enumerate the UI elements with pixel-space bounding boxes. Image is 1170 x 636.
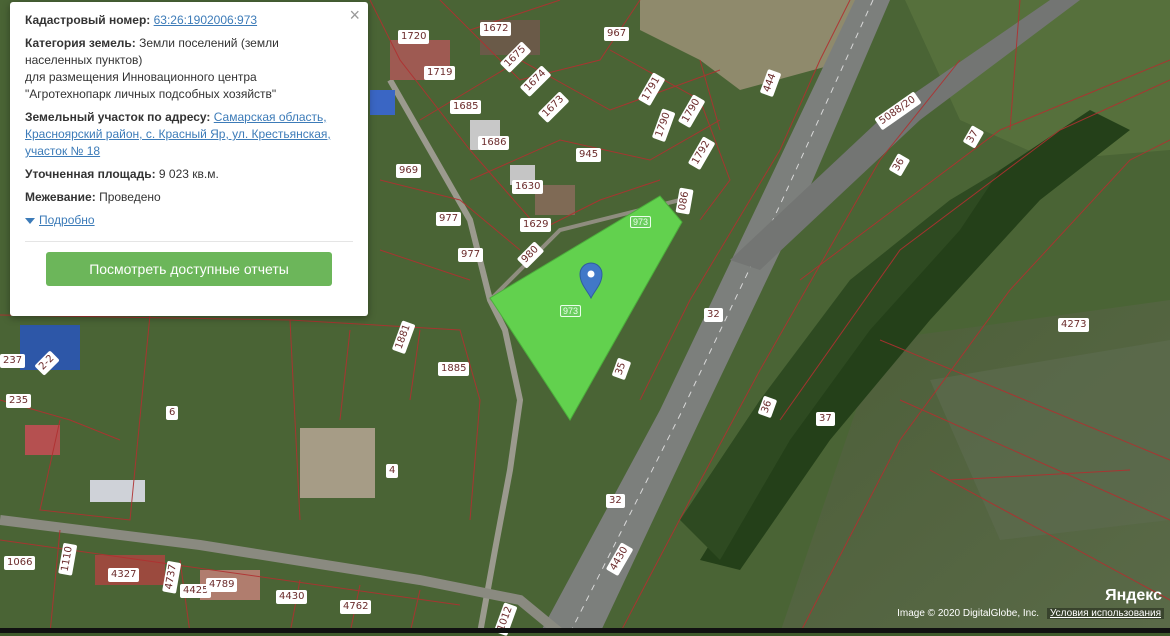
parcel-label[interactable]: 1630 xyxy=(512,180,544,194)
survey-row: Межевание: Проведено xyxy=(25,189,353,206)
parcel-label[interactable]: 1719 xyxy=(424,66,456,80)
parcel-label[interactable]: 4273 xyxy=(1058,318,1090,332)
parcel-label[interactable]: 4762 xyxy=(340,600,372,614)
parcel-label[interactable]: 1720 xyxy=(398,30,430,44)
selected-parcel-label-center: 973 xyxy=(560,305,582,317)
close-icon[interactable]: × xyxy=(349,6,360,24)
land-category-value: "Агротехнопарк личных подсобных хозяйств… xyxy=(25,87,277,101)
terms-link[interactable]: Условия использования xyxy=(1047,608,1164,619)
details-link[interactable]: Подробно xyxy=(39,212,95,229)
divider xyxy=(25,241,353,242)
triangle-down-icon xyxy=(25,217,35,224)
view-reports-button[interactable]: Посмотреть доступные отчеты xyxy=(46,252,332,286)
address-row: Земельный участок по адресу: Самарская о… xyxy=(25,109,353,160)
cadastral-number-link[interactable]: 63:26:1902006:973 xyxy=(154,13,257,27)
cadastral-number-row: Кадастровый номер: 63:26:1902006:973 xyxy=(25,12,353,29)
parcel-label[interactable]: 32 xyxy=(704,308,723,322)
parcel-label[interactable]: 32 xyxy=(606,494,625,508)
parcel-label[interactable]: 237 xyxy=(0,354,26,368)
parcel-label[interactable]: 945 xyxy=(576,148,602,162)
parcel-label[interactable]: 4327 xyxy=(108,568,140,582)
parcel-label[interactable]: 37 xyxy=(816,412,835,426)
address-link[interactable]: Красноярский район, с. Красный Яр, ул. К… xyxy=(25,127,331,141)
land-category-row: Категория земель: Земли поселений (земли… xyxy=(25,35,353,103)
parcel-label[interactable]: 1885 xyxy=(438,362,470,376)
parcel-label[interactable]: 4430 xyxy=(276,590,308,604)
selected-parcel-label: 973 xyxy=(630,216,652,228)
map-footer: Image © 2020 DigitalGlobe, Inc. Условия … xyxy=(897,608,1164,619)
area-label: Уточненная площадь: xyxy=(25,167,156,181)
land-category-label: Категория земель: xyxy=(25,36,136,50)
survey-value: Проведено xyxy=(95,190,161,204)
parcel-label[interactable]: 969 xyxy=(396,164,422,178)
parcel-label[interactable]: 6 xyxy=(166,406,179,420)
survey-label: Межевание: xyxy=(25,190,96,204)
parcel-label[interactable]: 977 xyxy=(436,212,462,226)
address-link[interactable]: участок № 18 xyxy=(25,144,100,158)
parcel-label[interactable]: 1066 xyxy=(4,556,36,570)
parcel-label[interactable]: 967 xyxy=(604,27,630,41)
area-value: 9 023 кв.м. xyxy=(155,167,219,181)
address-label: Земельный участок по адресу: xyxy=(25,110,211,124)
cadastral-number-label: Кадастровый номер: xyxy=(25,13,151,27)
bottom-bar xyxy=(0,628,1170,633)
parcel-label[interactable]: 1685 xyxy=(450,100,482,114)
land-category-value: для размещения Инновационного центра xyxy=(25,70,257,84)
parcel-label[interactable]: 4789 xyxy=(206,578,238,592)
copyright-text: Image © 2020 DigitalGlobe, Inc. xyxy=(897,608,1039,619)
parcel-label[interactable]: 1629 xyxy=(520,218,552,232)
parcel-label[interactable]: 235 xyxy=(6,394,32,408)
address-link[interactable]: Самарская область, xyxy=(214,110,327,124)
area-row: Уточненная площадь: 9 023 кв.м. xyxy=(25,166,353,183)
parcel-label[interactable]: 4 xyxy=(386,464,399,478)
parcel-label[interactable]: 977 xyxy=(458,248,484,262)
details-toggle[interactable]: Подробно xyxy=(25,212,353,229)
land-category-value: Земли поселений (земли xyxy=(135,36,279,50)
parcel-label[interactable]: 1686 xyxy=(478,136,510,150)
parcel-info-popup: × Кадастровый номер: 63:26:1902006:973 К… xyxy=(10,2,368,316)
land-category-value: населенных пунктов) xyxy=(25,53,143,67)
parcel-label[interactable]: 1672 xyxy=(480,22,512,36)
yandex-logo: Яндекс xyxy=(1105,587,1162,604)
